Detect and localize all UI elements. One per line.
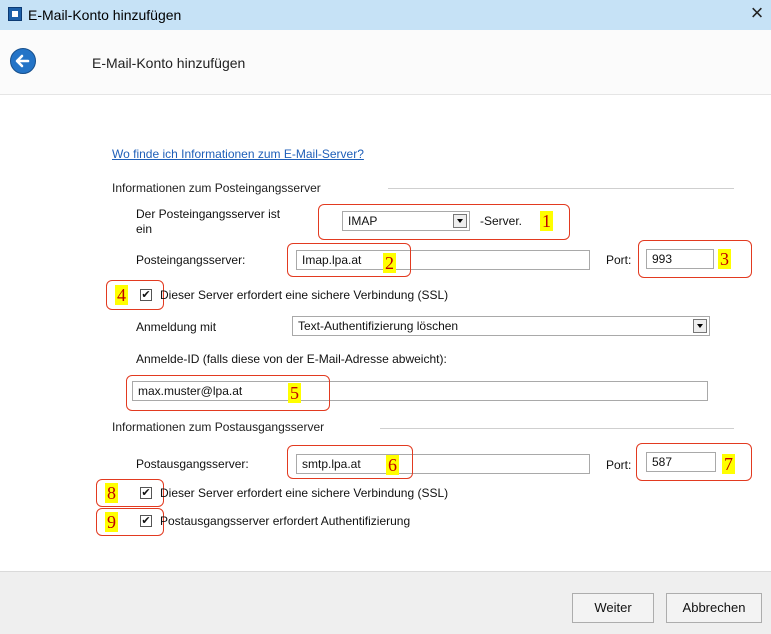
chevron-down-icon	[693, 319, 707, 333]
server-type-value: IMAP	[348, 214, 378, 228]
annotation-1: 1	[540, 211, 553, 231]
chevron-down-icon	[453, 214, 467, 228]
server-type-suffix: -Server.	[480, 214, 523, 228]
incoming-section-label: Informationen zum Posteingangsserver	[112, 181, 321, 195]
outgoing-ssl-checkbox[interactable]: ✔	[140, 487, 152, 499]
outgoing-ssl-label: Dieser Server erfordert eine sichere Ver…	[160, 486, 449, 500]
server-type-select[interactable]: IMAP	[342, 211, 470, 231]
window-title: E-Mail-Konto hinzufügen	[28, 7, 182, 23]
annotation-2: 2	[383, 253, 396, 273]
login-method-value: Text-Authentifizierung löschen	[298, 319, 459, 333]
app-icon	[8, 7, 22, 21]
server-type-label-cont: ein	[136, 222, 153, 236]
annotation-box-3	[638, 240, 752, 278]
dialog-footer	[0, 571, 771, 634]
incoming-server-label: Posteingangsserver:	[136, 253, 246, 267]
outgoing-port-label: Port:	[606, 458, 632, 472]
login-method-label: Anmeldung mit	[136, 320, 217, 334]
incoming-port-label: Port:	[606, 253, 632, 267]
outgoing-auth-label: Postausgangsserver erfordert Authentifiz…	[160, 514, 411, 528]
outgoing-auth-checkbox[interactable]: ✔	[140, 515, 152, 527]
help-link[interactable]: Wo finde ich Informationen zum E-Mail-Se…	[112, 147, 364, 161]
section-divider	[380, 428, 734, 429]
server-type-label: Der Posteingangsserver ist	[136, 207, 281, 221]
next-button[interactable]: Weiter	[572, 593, 654, 623]
login-method-select[interactable]: Text-Authentifizierung löschen	[292, 316, 710, 336]
annotation-5: 5	[288, 383, 301, 403]
outgoing-section-label: Informationen zum Postausgangsserver	[112, 420, 325, 434]
incoming-ssl-checkbox[interactable]: ✔	[140, 289, 152, 301]
header-title: E-Mail-Konto hinzufügen	[92, 55, 246, 71]
section-divider	[388, 188, 734, 189]
back-arrow-icon[interactable]	[10, 48, 36, 74]
incoming-ssl-label: Dieser Server erfordert eine sichere Ver…	[160, 288, 449, 302]
annotation-7: 7	[722, 454, 735, 474]
annotation-8: 8	[105, 483, 118, 503]
annotation-4: 4	[115, 285, 128, 305]
login-id-label: Anmelde-ID (falls diese von der E-Mail-A…	[136, 352, 447, 366]
annotation-9: 9	[105, 512, 118, 532]
outgoing-server-label: Postausgangsserver:	[136, 457, 249, 471]
annotation-3: 3	[718, 249, 731, 269]
annotation-6: 6	[386, 455, 399, 475]
cancel-button[interactable]: Abbrechen	[666, 593, 762, 623]
close-icon[interactable]: ×	[744, 1, 770, 25]
